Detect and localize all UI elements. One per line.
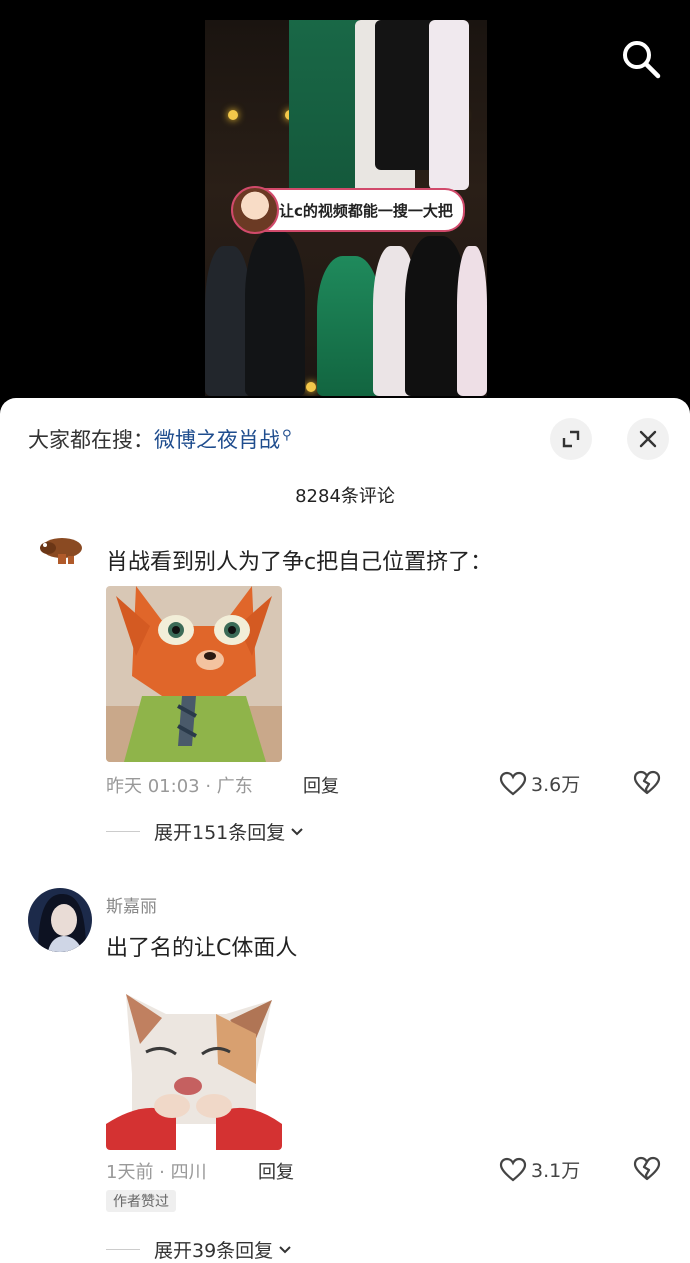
more-replies-label: 展开39条回复 [154, 1240, 274, 1262]
username[interactable]: 斯嘉丽 [106, 892, 157, 917]
figure-pink-dress [429, 20, 469, 190]
figure-black-suit [245, 231, 305, 396]
search-small-icon: ⚲ [282, 428, 292, 443]
chevron-down-icon [291, 827, 303, 835]
comment-text: 出了名的让C体面人 [106, 936, 298, 961]
video-overlay-banner: 让c的视频都能一搜一大把 [231, 186, 465, 234]
reply-button[interactable]: 回复 [303, 772, 339, 798]
divider-dash [106, 831, 140, 832]
overlay-avatar [231, 186, 279, 234]
like-button[interactable]: 3.6万 [499, 770, 580, 797]
close-button[interactable] [627, 418, 669, 460]
figure-green-gown [317, 256, 381, 396]
beaver-avatar-icon [28, 526, 92, 590]
author-liked-badge: 作者赞过 [106, 1190, 176, 1212]
expand-icon [562, 430, 580, 448]
comment-text: 肖战看到别人为了争c把自己位置挤了： [106, 550, 493, 575]
comment-sheet: 大家都在搜：微博之夜肖战 ⚲ 8284条评论 肖战看到别人为了争c把自己位置挤了… [0, 398, 690, 1263]
dislike-button[interactable] [633, 770, 661, 800]
like-count: 3.1万 [531, 1160, 581, 1182]
comment-count: 8284条评论 [295, 486, 395, 507]
comment-time-location: 1天前 · 四川 [106, 1162, 207, 1183]
reply-button[interactable]: 回复 [258, 1158, 294, 1184]
heart-icon [499, 1157, 527, 1181]
trending-search[interactable]: 大家都在搜：微博之夜肖战 ⚲ [28, 424, 292, 454]
like-count: 3.6万 [531, 774, 581, 796]
video-player[interactable]: 让c的视频都能一搜一大把 [0, 0, 690, 410]
expand-replies-button[interactable]: 展开151条回复 [106, 818, 305, 845]
comment-image-fox[interactable] [106, 586, 282, 762]
figure-pink-gown [457, 246, 487, 396]
divider-dash [106, 1249, 140, 1250]
like-button[interactable]: 3.1万 [499, 1156, 580, 1183]
comment-time-location: 昨天 01:03 · 广东 [106, 776, 253, 797]
broken-heart-icon [633, 1156, 661, 1181]
chevron-down-icon [279, 1245, 291, 1253]
figure-green-dress [289, 20, 359, 196]
search-button[interactable] [618, 36, 664, 82]
video-frame[interactable]: 让c的视频都能一搜一大把 [205, 20, 487, 396]
heart-icon [499, 771, 527, 795]
overlay-text: 让c的视频都能一搜一大把 [279, 201, 453, 220]
fox-sticker-image [106, 586, 282, 762]
close-icon [639, 430, 657, 448]
comment-image-cat[interactable] [106, 974, 282, 1150]
trending-topic-link[interactable]: 微博之夜肖战 [154, 428, 280, 452]
broken-heart-icon [633, 770, 661, 795]
user-avatar-icon [28, 888, 92, 952]
expand-replies-button[interactable]: 展开39条回复 [106, 1236, 293, 1263]
trending-prefix: 大家都在搜： [28, 428, 154, 452]
sheet-header: 大家都在搜：微博之夜肖战 ⚲ [0, 418, 690, 460]
avatar[interactable] [28, 888, 92, 952]
cat-sticker-image [106, 974, 282, 1150]
expand-button[interactable] [550, 418, 592, 460]
more-replies-label: 展开151条回复 [154, 822, 286, 844]
search-icon [623, 41, 661, 79]
dislike-button[interactable] [633, 1156, 661, 1186]
avatar[interactable] [28, 526, 92, 590]
